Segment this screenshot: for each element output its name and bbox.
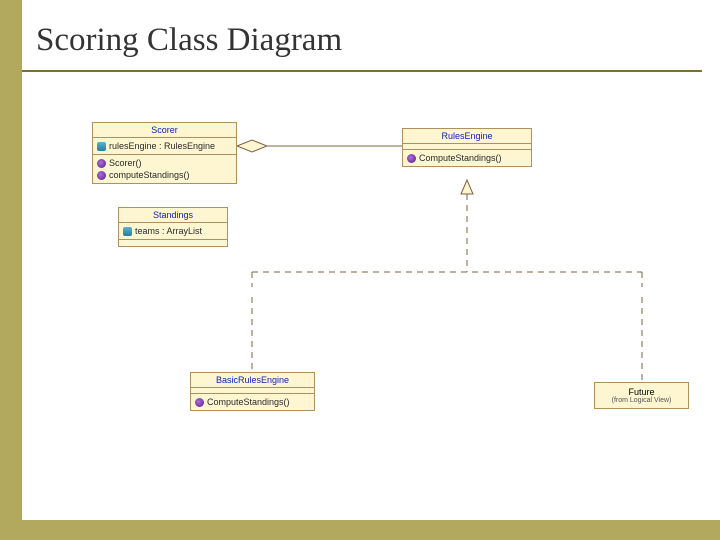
generalization-arrow <box>461 180 473 194</box>
class-basic-rules-engine-ops: ComputeStandings() <box>191 394 314 410</box>
class-future: Future (from Logical View) <box>594 382 689 409</box>
op-text: computeStandings() <box>109 170 190 180</box>
attr-row: rulesEngine : RulesEngine <box>97 140 232 152</box>
public-icon <box>97 159 106 168</box>
slide-title: Scoring Class Diagram <box>36 22 342 59</box>
class-future-subtitle: (from Logical View) <box>603 397 680 404</box>
private-icon <box>123 227 132 236</box>
class-scorer-ops: Scorer() computeStandings() <box>93 155 236 183</box>
class-basic-rules-engine: BasicRulesEngine ComputeStandings() <box>190 372 315 411</box>
slide-bottom-bar <box>22 520 720 540</box>
uml-diagram: Scorer rulesEngine : RulesEngine Scorer(… <box>22 72 720 540</box>
public-icon <box>97 171 106 180</box>
class-future-name: Future <box>603 387 680 397</box>
attr-text: teams : ArrayList <box>135 226 202 236</box>
private-icon <box>97 142 106 151</box>
op-row: computeStandings() <box>97 169 232 181</box>
class-rules-engine: RulesEngine ComputeStandings() <box>402 128 532 167</box>
class-scorer-name: Scorer <box>93 123 236 138</box>
class-scorer: Scorer rulesEngine : RulesEngine Scorer(… <box>92 122 237 184</box>
class-standings: Standings teams : ArrayList <box>118 207 228 247</box>
op-text: ComputeStandings() <box>419 153 502 163</box>
attr-text: rulesEngine : RulesEngine <box>109 141 215 151</box>
class-standings-attrs: teams : ArrayList <box>119 223 227 240</box>
slide-left-bar <box>0 0 22 540</box>
class-standings-name: Standings <box>119 208 227 223</box>
op-row: Scorer() <box>97 157 232 169</box>
public-icon <box>407 154 416 163</box>
op-text: Scorer() <box>109 158 142 168</box>
attr-row: teams : ArrayList <box>123 225 223 237</box>
op-row: ComputeStandings() <box>195 396 310 408</box>
class-basic-rules-engine-name: BasicRulesEngine <box>191 373 314 388</box>
class-rules-engine-ops: ComputeStandings() <box>403 150 531 166</box>
class-standings-ops <box>119 240 227 246</box>
public-icon <box>195 398 204 407</box>
op-row: ComputeStandings() <box>407 152 527 164</box>
class-rules-engine-name: RulesEngine <box>403 129 531 144</box>
aggregation-diamond <box>237 140 267 152</box>
op-text: ComputeStandings() <box>207 397 290 407</box>
class-scorer-attrs: rulesEngine : RulesEngine <box>93 138 236 155</box>
